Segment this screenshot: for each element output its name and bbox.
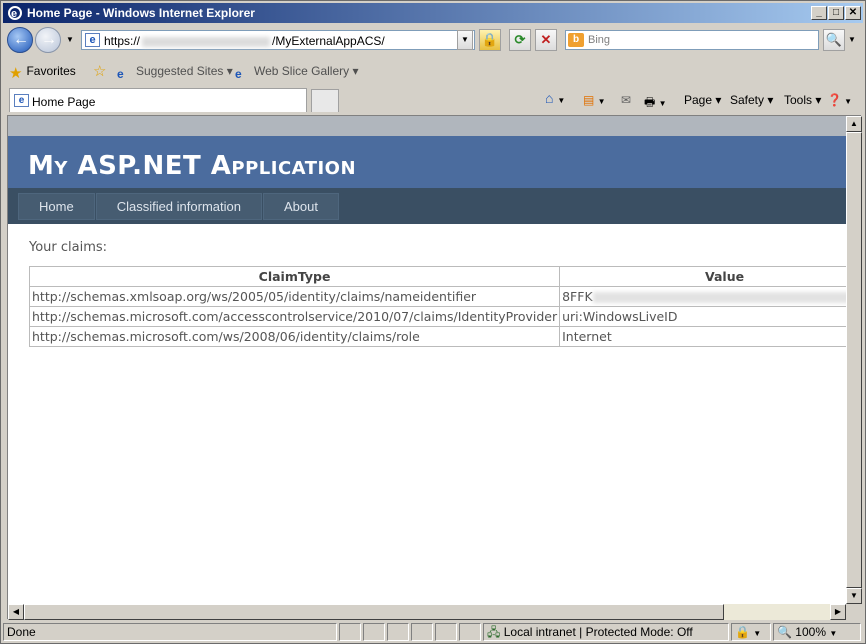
- star-icon: ★: [9, 65, 23, 82]
- title-bar: e Home Page - Windows Internet Explorer …: [3, 3, 863, 23]
- horizontal-scrollbar[interactable]: ◀ ▶: [8, 604, 846, 620]
- tools-menu[interactable]: Tools ▾: [784, 93, 821, 107]
- forward-button[interactable]: →: [35, 27, 61, 53]
- zoom-icon: 🔍: [777, 625, 792, 639]
- nav-home[interactable]: Home: [18, 193, 95, 220]
- back-button[interactable]: ←: [7, 27, 33, 53]
- minimize-button[interactable]: _: [811, 6, 827, 20]
- table-row: http://schemas.microsoft.com/accesscontr…: [28, 306, 846, 327]
- ie-page-icon: e: [235, 67, 242, 81]
- scroll-up-icon[interactable]: ▲: [846, 116, 862, 132]
- horizontal-scroll-thumb[interactable]: [24, 604, 724, 620]
- site-nav: Home Classified information About: [18, 193, 340, 220]
- tab-bar: e Home Page ⌂ ▼ ▤ ▼ ✉ 🖶 ▼ Page ▾ Safety …: [3, 87, 863, 113]
- favorites-button[interactable]: ★ Favorites: [9, 64, 76, 82]
- nav-classified-information[interactable]: Classified information: [95, 193, 262, 220]
- forward-arrow-icon: →: [41, 31, 57, 48]
- back-arrow-icon: ←: [13, 31, 29, 48]
- claim-value-cell: uri:WindowsLiveID: [559, 306, 846, 327]
- vertical-scrollbar[interactable]: ▲ ▼: [846, 116, 862, 604]
- close-window-button[interactable]: ✕: [845, 6, 861, 20]
- intranet-zone-icon: 🖧: [487, 625, 501, 639]
- status-text: Done: [3, 623, 337, 641]
- status-pane: [411, 623, 433, 641]
- address-bar[interactable]: e https:///MyExternalAppACS/: [81, 30, 475, 50]
- site-menu-bar: Home Classified information About: [8, 188, 846, 224]
- redacted-value: [592, 292, 846, 303]
- table-row: http://schemas.microsoft.com/ws/2008/06/…: [28, 326, 846, 347]
- home-icon[interactable]: ⌂ ▼: [545, 90, 565, 106]
- security-lock-icon[interactable]: 🔒: [479, 29, 501, 51]
- bing-icon: b: [568, 33, 584, 47]
- table-header-row: ClaimType Value: [28, 266, 846, 287]
- search-options-dropdown-icon[interactable]: ▼: [848, 35, 856, 44]
- lock-icon: 🔒: [735, 625, 750, 639]
- add-to-favorites-bar-icon[interactable]: ☆: [93, 62, 106, 80]
- search-box[interactable]: b Bing: [565, 30, 819, 50]
- vertical-scroll-thumb[interactable]: [846, 132, 862, 588]
- help-icon[interactable]: ❓ ▼: [827, 93, 852, 107]
- claims-heading: Your claims:: [29, 240, 108, 255]
- refresh-button[interactable]: ⟳: [509, 29, 531, 51]
- web-slice-gallery-link[interactable]: e Web Slice Gallery ▾: [235, 64, 359, 81]
- svg-text:e: e: [11, 8, 17, 20]
- protected-mode-button[interactable]: 🔒 ▼: [731, 623, 771, 641]
- favorites-bar: ★ Favorites ☆ e Suggested Sites ▾ e Web Sli…: [3, 59, 863, 85]
- redacted-host: [142, 36, 271, 47]
- web-page: My ASP.NET Application Home Classified i…: [8, 116, 846, 604]
- suggested-sites-link[interactable]: e Suggested Sites ▾: [117, 64, 233, 81]
- recent-pages-dropdown-icon[interactable]: ▼: [66, 35, 74, 44]
- claim-type-cell: http://schemas.microsoft.com/accesscontr…: [28, 306, 561, 327]
- maximize-button[interactable]: □: [828, 6, 844, 20]
- tab-home-page[interactable]: e Home Page: [9, 88, 307, 112]
- nav-about[interactable]: About: [262, 193, 339, 220]
- scroll-down-icon[interactable]: ▼: [846, 588, 862, 604]
- site-header: My ASP.NET Application: [8, 136, 846, 188]
- scroll-right-icon[interactable]: ▶: [830, 604, 846, 620]
- search-button[interactable]: 🔍: [823, 29, 845, 51]
- stop-button[interactable]: ✕: [535, 29, 557, 51]
- column-header-claimtype: ClaimType: [28, 266, 561, 287]
- page-top-strip: [8, 116, 846, 136]
- zoom-button[interactable]: 🔍 100% ▼: [773, 623, 861, 641]
- page-icon: e: [85, 33, 100, 47]
- status-pane: [339, 623, 361, 641]
- security-zone[interactable]: 🖧 Local intranet | Protected Mode: Off: [483, 623, 729, 641]
- status-pane: [387, 623, 409, 641]
- browser-viewport: My ASP.NET Application Home Classified i…: [7, 115, 862, 620]
- new-tab-button[interactable]: [311, 89, 339, 112]
- print-icon[interactable]: 🖶 ▼: [644, 93, 667, 114]
- table-row: http://schemas.xmlsoap.org/ws/2005/05/id…: [28, 286, 846, 307]
- column-header-value: Value: [559, 266, 846, 287]
- claim-value-cell: 8FFKQ=: [559, 286, 846, 307]
- status-pane: [459, 623, 481, 641]
- mail-icon[interactable]: ✉: [621, 93, 631, 107]
- ie-page-icon: e: [117, 67, 124, 81]
- safety-menu[interactable]: Safety ▾: [730, 93, 773, 107]
- window-title: Home Page - Windows Internet Explorer: [27, 6, 255, 20]
- claim-value-cell: Internet: [559, 326, 846, 347]
- ie-logo-icon: e: [8, 6, 22, 20]
- claims-table: ClaimType Value http://schemas.xmlsoap.o…: [28, 266, 846, 347]
- search-placeholder: Bing: [588, 34, 611, 46]
- claim-type-cell: http://schemas.xmlsoap.org/ws/2005/05/id…: [28, 286, 561, 307]
- page-icon: e: [14, 94, 29, 107]
- navigation-bar: ← → ▼ e https:///MyExternalAppACS/ ▼ 🔒 ⟳…: [3, 25, 863, 57]
- claim-type-cell: http://schemas.microsoft.com/ws/2008/06/…: [28, 326, 561, 347]
- scroll-left-icon[interactable]: ◀: [8, 604, 24, 620]
- status-pane: [363, 623, 385, 641]
- address-dropdown-button[interactable]: ▼: [457, 30, 473, 50]
- feeds-icon[interactable]: ▤ ▼: [583, 93, 606, 107]
- address-url: https:///MyExternalAppACS/: [104, 34, 385, 48]
- status-bar: Done 🖧 Local intranet | Protected Mode: …: [3, 621, 863, 643]
- status-pane: [435, 623, 457, 641]
- page-menu[interactable]: Page ▾: [684, 93, 721, 107]
- scrollbar-corner: [846, 604, 862, 620]
- site-title: My ASP.NET Application: [28, 151, 357, 181]
- browser-window: e Home Page - Windows Internet Explorer …: [0, 0, 866, 644]
